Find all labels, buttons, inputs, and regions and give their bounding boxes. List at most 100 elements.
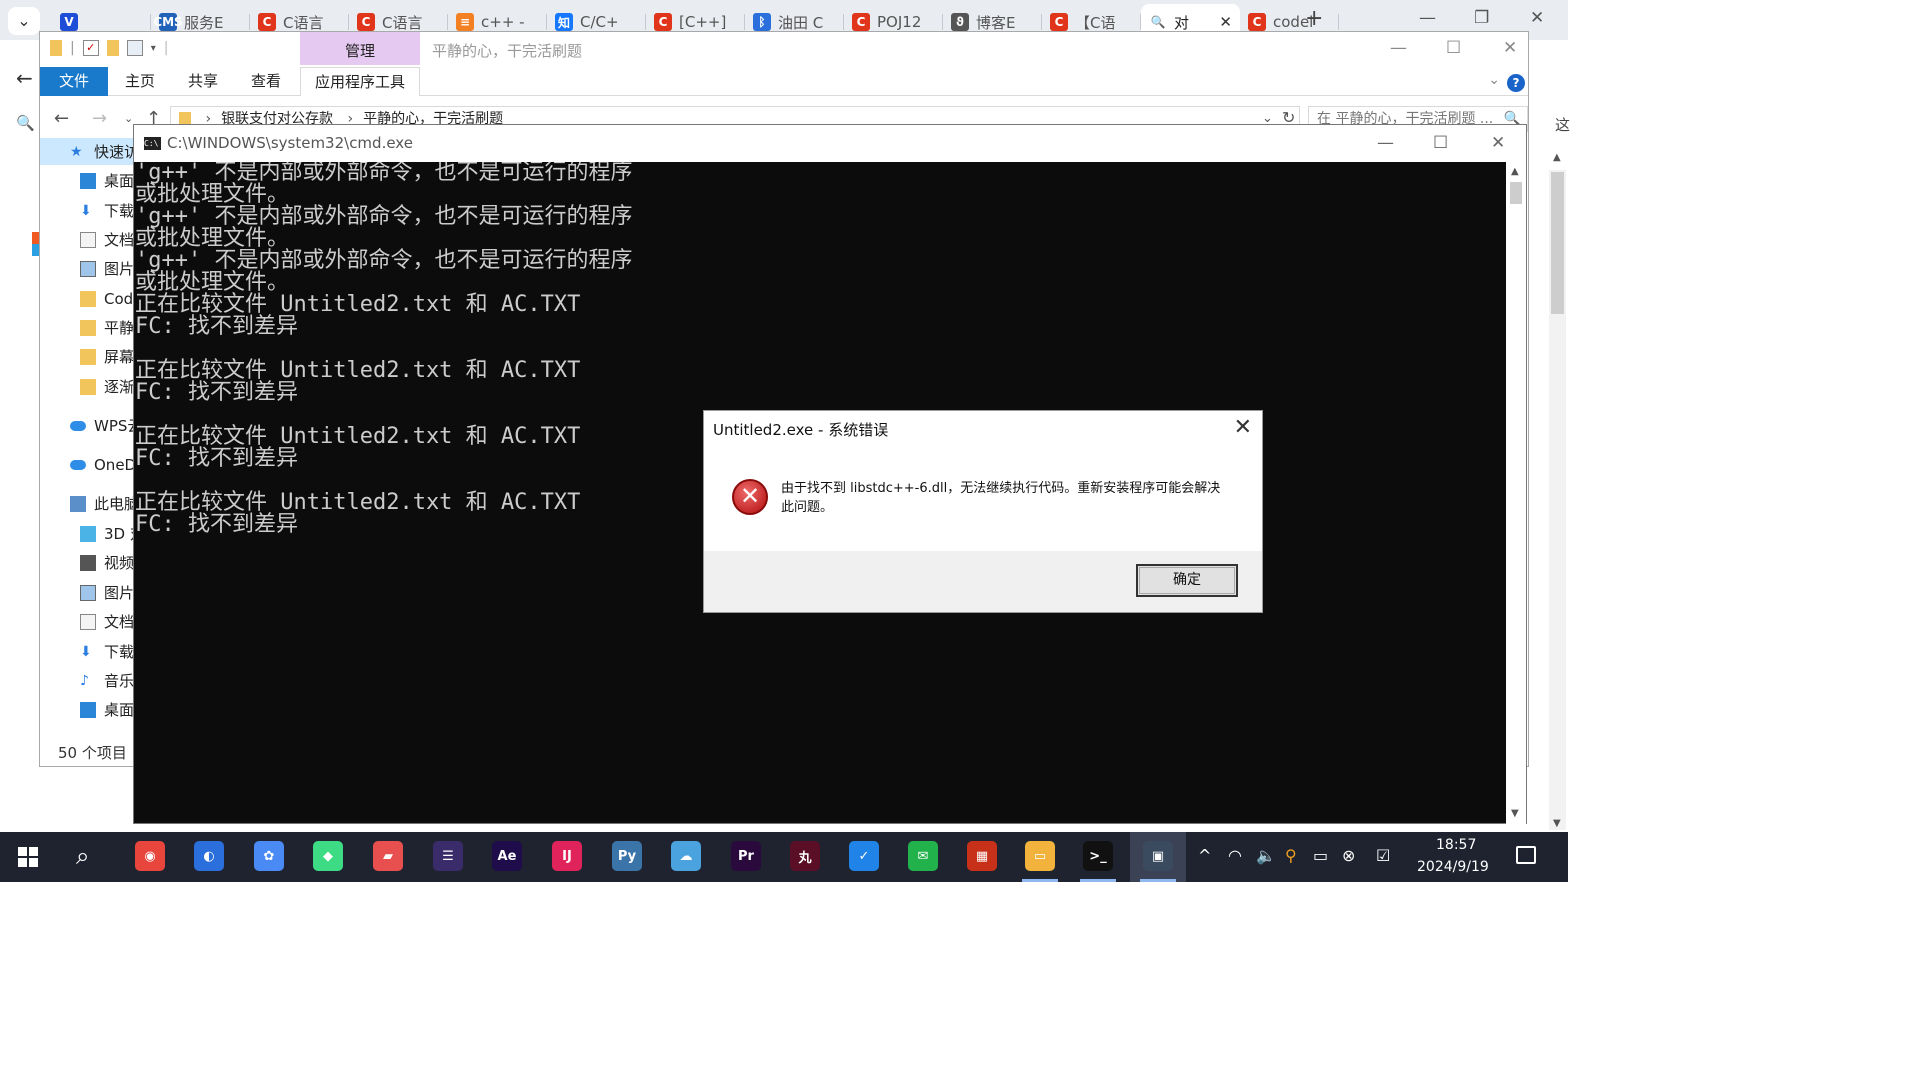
tab-title: 对 (1174, 13, 1190, 32)
taskbar-app-python-icon[interactable]: Py (612, 841, 642, 871)
nav-item-label: 下载 (104, 643, 135, 661)
nav-item[interactable]: Code (40, 285, 135, 312)
scroll-thumb[interactable] (1551, 172, 1564, 314)
nav-item[interactable]: OneDrive (40, 451, 135, 478)
recent-dropdown-icon[interactable]: ⌄ (124, 112, 133, 125)
taskbar-app-error-window-icon[interactable]: ▣ (1143, 841, 1173, 871)
ribbon-expand-chevron-icon[interactable]: ⌄ (1488, 72, 1500, 88)
restore-icon[interactable]: ❐ (1474, 8, 1489, 28)
battery-icon[interactable]: ▭ (1313, 846, 1328, 865)
tab-title: C语言 (283, 13, 324, 32)
back-arrow-icon[interactable]: ← (54, 108, 69, 129)
taskbar-app-office-tiles-icon[interactable]: ▦ (967, 841, 997, 871)
qat-dropdown-icon[interactable]: ▾ (151, 43, 156, 54)
tab-list-chevron-icon[interactable]: ⌄ (8, 7, 40, 35)
scroll-up-arrow-icon[interactable]: ▲ (1553, 152, 1561, 163)
tab-title: c++ - (481, 13, 525, 31)
close-window-icon[interactable]: ✕ (1530, 8, 1544, 28)
forward-arrow-icon[interactable]: → (92, 108, 107, 129)
page-scrollbar[interactable] (1549, 170, 1566, 830)
minimize-icon[interactable]: — (1377, 133, 1394, 153)
close-icon[interactable]: ✕ (1491, 133, 1505, 153)
close-icon[interactable]: ✕ (1503, 38, 1517, 58)
ok-button[interactable]: 确定 (1136, 564, 1238, 597)
close-icon[interactable]: ✕ (1234, 415, 1252, 440)
taskbar-app-vscode-like-icon[interactable]: ✓ (849, 841, 879, 871)
scroll-thumb[interactable] (1510, 182, 1522, 204)
nav-item[interactable]: ⬇ 下载 (40, 638, 135, 665)
taskbar-app-file-explorer-icon[interactable]: ▭ (1025, 841, 1055, 871)
windows-start-icon[interactable] (18, 847, 38, 867)
minimize-icon[interactable]: — (1419, 8, 1436, 28)
taskbar-app-eraser-icon[interactable]: ▰ (373, 841, 403, 871)
volume-muted-icon[interactable]: 🔈 (1256, 846, 1276, 865)
taskbar-app-after-effects-icon[interactable]: Ae (492, 841, 522, 871)
new-folder-icon[interactable] (106, 40, 119, 56)
tab-view[interactable]: 查看 (246, 67, 286, 96)
nav-item[interactable]: 桌面 (40, 167, 135, 194)
nav-item[interactable]: ★ 快速访问 (40, 138, 135, 165)
view-icon[interactable] (126, 40, 143, 56)
folder-icon (80, 378, 96, 395)
search-tray-icon[interactable]: ⚲ (1285, 846, 1297, 865)
maximize-icon[interactable]: ☐ (1433, 133, 1448, 153)
nav-item[interactable]: 视频 (40, 549, 135, 576)
nav-item[interactable]: 文档 (40, 226, 135, 253)
download-icon: ⬇ (80, 202, 92, 219)
back-arrow-icon[interactable]: ← (16, 66, 33, 90)
taskbar-app-cmd-icon[interactable]: >_ (1083, 841, 1113, 871)
tab-app-tools[interactable]: 应用程序工具 (300, 67, 420, 96)
context-tab-manage[interactable]: 管理 (300, 32, 420, 65)
tab-home[interactable]: 主页 (120, 67, 160, 96)
nav-item[interactable]: ⬇ 下载 (40, 197, 135, 224)
clock-date[interactable]: 2024/9/19 (1417, 859, 1489, 875)
nav-item[interactable]: WPS云 (40, 412, 135, 439)
taskbar-app-premiere-icon[interactable]: Pr (731, 841, 761, 871)
blocked-icon[interactable]: ⊗ (1342, 846, 1355, 865)
taskbar-app-wechat-icon[interactable]: ✉ (908, 841, 938, 871)
scroll-down-arrow-icon[interactable]: ▼ (1511, 808, 1519, 819)
nav-item-label: 图片 (104, 584, 135, 602)
maximize-icon[interactable]: ☐ (1446, 38, 1461, 58)
clock-time[interactable]: 18:57 (1436, 837, 1476, 853)
nav-item[interactable]: 图片 (40, 255, 135, 282)
taskbar-app-eclipse-icon[interactable]: ☰ (433, 841, 463, 871)
folder-icon (80, 348, 96, 365)
cmd-titlebar[interactable]: C:\ C:\WINDOWS\system32\cmd.exe — ☐ ✕ (134, 125, 1526, 162)
search-icon[interactable]: ⌕ (76, 842, 89, 870)
nav-item[interactable]: 图片 (40, 579, 135, 606)
help-icon[interactable]: ? (1507, 74, 1525, 92)
taskbar-app-firefox-icon[interactable]: ◐ (194, 841, 224, 871)
nav-item[interactable]: 3D 对象 (40, 520, 135, 547)
nav-item[interactable]: 平静 (40, 314, 135, 341)
show-hidden-icons-chevron-icon[interactable]: ^ (1198, 846, 1211, 865)
taskbar-app-baidu-netdisk-icon[interactable]: ✿ (254, 841, 284, 871)
taskbar-app-android-studio-icon[interactable]: ◆ (313, 841, 343, 871)
search-icon[interactable]: 🔍 (16, 114, 35, 132)
scroll-up-arrow-icon[interactable]: ▲ (1511, 166, 1519, 177)
nav-item[interactable]: ♪ 音乐 (40, 667, 135, 694)
scroll-down-arrow-icon[interactable]: ▼ (1553, 818, 1561, 829)
tab-favicon-icon: C (1248, 13, 1266, 31)
tab-close-icon[interactable]: ✕ (1219, 13, 1232, 31)
cmd-scrollbar[interactable]: ▲ ▼ (1506, 162, 1526, 824)
wifi-icon[interactable]: ◠ (1228, 846, 1242, 865)
tab-file[interactable]: 文件 (40, 67, 108, 96)
folder-icon[interactable] (50, 40, 62, 56)
taskbar-app-app-wan-icon[interactable]: 丸 (790, 841, 820, 871)
checkbox-tray-icon[interactable]: ☑ (1376, 846, 1390, 865)
new-tab-plus-icon[interactable]: + (1305, 6, 1323, 31)
nav-item[interactable]: 此电脑 (40, 490, 135, 517)
nav-item[interactable]: 桌面 (40, 696, 135, 723)
nav-item[interactable]: 屏幕 (40, 343, 135, 370)
notification-icon[interactable] (1516, 846, 1536, 864)
nav-item[interactable]: 逐渐 (40, 373, 135, 400)
taskbar-app-chrome-icon[interactable]: ◉ (135, 841, 165, 871)
minimize-icon[interactable]: — (1390, 38, 1407, 58)
nav-item[interactable]: 文档 (40, 608, 135, 635)
tab-share[interactable]: 共享 (183, 67, 223, 96)
properties-check-icon[interactable]: ✓ (82, 40, 99, 56)
page-text-fragment: 这 (1555, 116, 1571, 134)
taskbar-app-onedrive-icon[interactable]: ☁ (671, 841, 701, 871)
taskbar-app-intellij-icon[interactable]: IJ (552, 841, 582, 871)
